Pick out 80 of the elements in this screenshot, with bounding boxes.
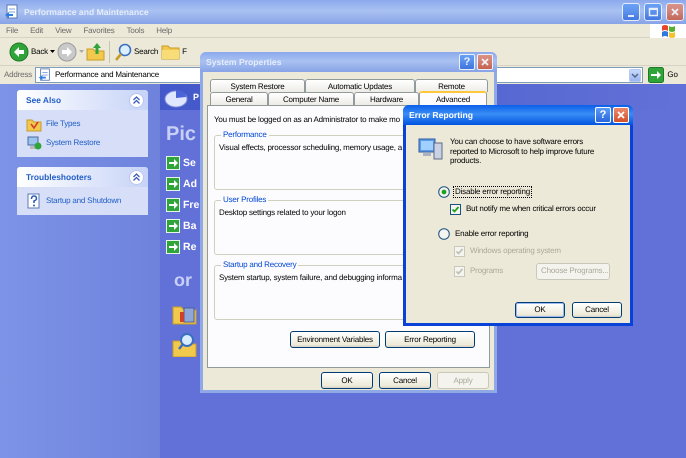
- dropdown-button[interactable]: [629, 68, 642, 82]
- folder-search-icon[interactable]: [172, 331, 198, 357]
- menu-item[interactable]: Help: [150, 26, 178, 36]
- menu-item[interactable]: Favorites: [78, 26, 121, 36]
- minimize-button[interactable]: [622, 3, 640, 21]
- dialog-button[interactable]: Error Reporting: [385, 331, 475, 348]
- option-label: Programs: [469, 266, 504, 276]
- panel-title: Troubleshooters: [26, 172, 92, 182]
- menu-item[interactable]: File: [0, 26, 24, 36]
- maximize-icon: [648, 7, 658, 17]
- arrow-icon: [166, 176, 180, 190]
- caret-icon[interactable]: [50, 50, 55, 53]
- category-heading: Pic: [166, 122, 196, 146]
- tab[interactable]: Computer Name: [268, 92, 354, 105]
- back-button[interactable]: Back: [8, 40, 49, 62]
- group-title: Performance: [221, 130, 269, 140]
- computer-icon: [418, 137, 444, 161]
- tab[interactable]: General: [210, 92, 268, 105]
- intro-text: You can choose to have software errors reported to Microsoft to help improve future products.: [450, 137, 596, 166]
- menu-item[interactable]: View: [49, 26, 78, 36]
- option-label[interactable]: Enable error reporting: [454, 229, 530, 239]
- address-label: Address: [4, 70, 32, 80]
- option-label[interactable]: Disable error reporting: [454, 187, 531, 197]
- minimize-icon: [628, 14, 634, 16]
- tab[interactable]: Hardware: [354, 92, 419, 105]
- arrow-icon: [166, 218, 180, 232]
- dialog-button[interactable]: OK: [515, 302, 565, 318]
- group-text: Desktop settings related to your logon: [219, 208, 346, 218]
- option-label: Windows operating system: [469, 246, 562, 256]
- group-title: User Profiles: [221, 195, 268, 205]
- menu-item[interactable]: Edit: [24, 26, 50, 36]
- collapse-button[interactable]: [129, 170, 144, 184]
- tab[interactable]: System Restore: [210, 79, 305, 92]
- computer-icon: [26, 135, 42, 151]
- dialog-button[interactable]: Environment Variables: [290, 331, 380, 348]
- group-text: System startup, system failure, and debugging informa: [219, 273, 402, 283]
- header-title: P: [193, 92, 199, 102]
- search-button[interactable]: Search: [113, 42, 160, 62]
- collapse-button[interactable]: [129, 92, 144, 108]
- search-icon: [114, 42, 132, 60]
- tab[interactable]: Automatic Updates: [305, 79, 415, 92]
- dialog-title: Error Reporting: [409, 110, 474, 120]
- window-title: Performance and Maintenance: [24, 7, 150, 17]
- arrow-icon: [166, 198, 180, 212]
- radio-button[interactable]: [438, 186, 450, 198]
- panel-link[interactable]: System Restore: [26, 135, 142, 151]
- close-button[interactable]: [477, 54, 493, 70]
- tab[interactable]: Remote: [415, 79, 488, 92]
- close-icon: [670, 7, 680, 17]
- arrow-icon: [166, 240, 180, 254]
- go-button[interactable]: Go: [646, 67, 684, 83]
- option-label[interactable]: But notify me when critical errors occur: [465, 204, 597, 214]
- close-icon: [480, 57, 490, 67]
- up-folder-icon: [86, 42, 105, 61]
- up-button[interactable]: [85, 41, 106, 62]
- panel-title: See Also: [26, 95, 62, 105]
- panel-link[interactable]: File Types: [26, 116, 142, 132]
- tab[interactable]: Advanced: [419, 91, 487, 106]
- notice-text: You must be logged on as an Administrator to make mo: [214, 115, 400, 125]
- flag-icon: [660, 22, 676, 38]
- document-icon: [4, 4, 20, 20]
- dialog-button[interactable]: Cancel: [379, 372, 431, 389]
- close-button[interactable]: [613, 107, 629, 123]
- group-title: Startup and Recovery: [221, 260, 298, 270]
- or-label: or: [174, 269, 192, 291]
- folders-button[interactable]: F: [160, 41, 188, 62]
- dialog-button[interactable]: Cancel: [572, 302, 622, 318]
- radio-button[interactable]: [438, 228, 450, 240]
- arrow-icon: [166, 156, 180, 170]
- panel-link[interactable]: Startup and Shutdown: [26, 193, 142, 209]
- chevron-icon: [631, 72, 640, 78]
- group-text: Visual effects, processor scheduling, memory usage, a: [219, 143, 402, 153]
- dialog-button[interactable]: OK: [321, 372, 373, 389]
- help-icon: [26, 193, 42, 209]
- close-icon: [616, 110, 626, 120]
- maximize-button[interactable]: [644, 3, 662, 21]
- menu-item[interactable]: Tools: [120, 26, 150, 36]
- close-button[interactable]: [666, 3, 684, 21]
- checkbox[interactable]: [450, 204, 461, 214]
- dialog-title: System Properties: [206, 57, 282, 67]
